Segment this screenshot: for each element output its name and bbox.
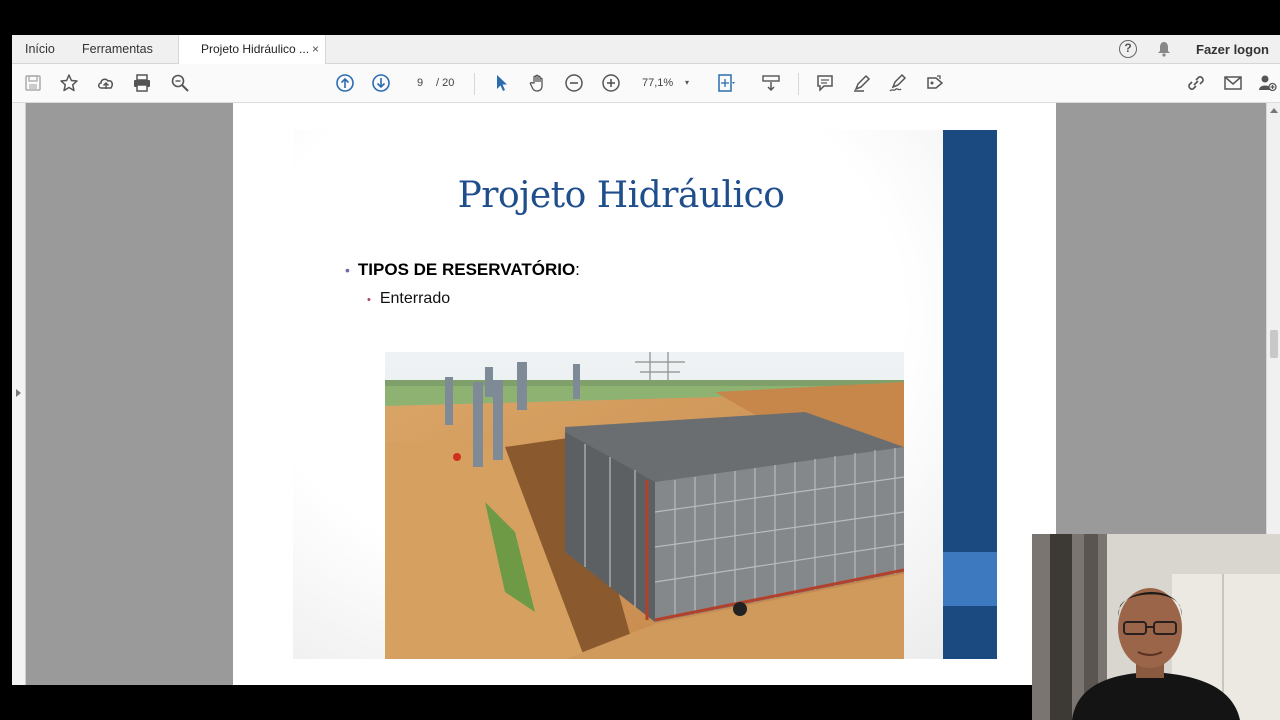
hand-tool-icon[interactable] (527, 72, 549, 94)
slide: Projeto Hidráulico • TIPOS DE RESERVATÓRI… (293, 130, 997, 659)
bullet-dot-icon: • (345, 262, 350, 278)
scroll-up-icon[interactable] (1270, 108, 1278, 113)
tab-home[interactable]: Início (25, 35, 55, 64)
star-icon[interactable] (58, 72, 80, 94)
toolbar: 9 / 20 77,1% ▾ (12, 64, 1280, 103)
zoom-in-icon[interactable] (600, 72, 622, 94)
slide-accent-bar (943, 130, 997, 659)
fit-page-icon[interactable] (715, 72, 737, 94)
toolbar-divider (798, 73, 799, 95)
tab-bar: Início Ferramentas Projeto Hidráulico ..… (12, 35, 1280, 65)
close-icon[interactable]: × (312, 35, 319, 64)
print-icon[interactable] (131, 72, 153, 94)
bullet-heading-suffix: : (575, 260, 580, 279)
page-total: / 20 (436, 77, 455, 89)
bullet-level-2: • Enterrado (367, 290, 450, 308)
bullet-item: Enterrado (379, 290, 451, 307)
zoom-search-icon[interactable] (169, 72, 191, 94)
highlight-pen-icon[interactable] (851, 72, 873, 94)
page-number-input[interactable]: 9 (408, 72, 432, 94)
scrollbar-thumb[interactable] (1270, 330, 1278, 358)
tab-tools[interactable]: Ferramentas (82, 35, 153, 64)
select-cursor-icon[interactable] (491, 72, 513, 94)
link-share-icon[interactable] (1185, 72, 1207, 94)
cloud-upload-icon[interactable] (95, 72, 117, 94)
slide-accent-block (943, 552, 997, 606)
email-icon[interactable] (1222, 72, 1244, 94)
chevron-down-icon[interactable]: ▾ (685, 72, 689, 94)
tab-document-label: Projeto Hidráulico ... (201, 42, 310, 56)
expand-arrow-icon[interactable] (16, 389, 21, 397)
zoom-out-icon[interactable] (563, 72, 585, 94)
add-user-icon[interactable] (1256, 72, 1278, 94)
toolbar-divider (474, 73, 475, 95)
save-icon[interactable] (22, 72, 44, 94)
scroll-mode-icon[interactable] (760, 72, 782, 94)
tab-document[interactable]: Projeto Hidráulico ... × (178, 35, 326, 65)
slide-title: Projeto Hidráulico (457, 175, 785, 216)
left-panel-toggle[interactable] (12, 103, 26, 685)
sign-in-link[interactable]: Fazer logon (1196, 35, 1269, 64)
bullet-level-1: • TIPOS DE RESERVATÓRIO: (345, 260, 580, 280)
zoom-level[interactable]: 77,1% (642, 72, 673, 94)
construction-photo (385, 352, 904, 659)
comment-icon[interactable] (814, 72, 836, 94)
bullet-dot-icon: • (367, 294, 371, 306)
fill-sign-icon[interactable] (924, 72, 946, 94)
next-page-icon[interactable] (370, 72, 392, 94)
webcam-overlay (1032, 534, 1280, 720)
bullet-heading: TIPOS DE RESERVATÓRIO (357, 260, 576, 279)
previous-page-icon[interactable] (334, 72, 356, 94)
sign-icon[interactable] (887, 72, 909, 94)
pdf-page: Projeto Hidráulico • TIPOS DE RESERVATÓRI… (233, 103, 1056, 685)
help-icon[interactable]: ? (1119, 40, 1137, 58)
bell-icon[interactable] (1157, 41, 1171, 57)
